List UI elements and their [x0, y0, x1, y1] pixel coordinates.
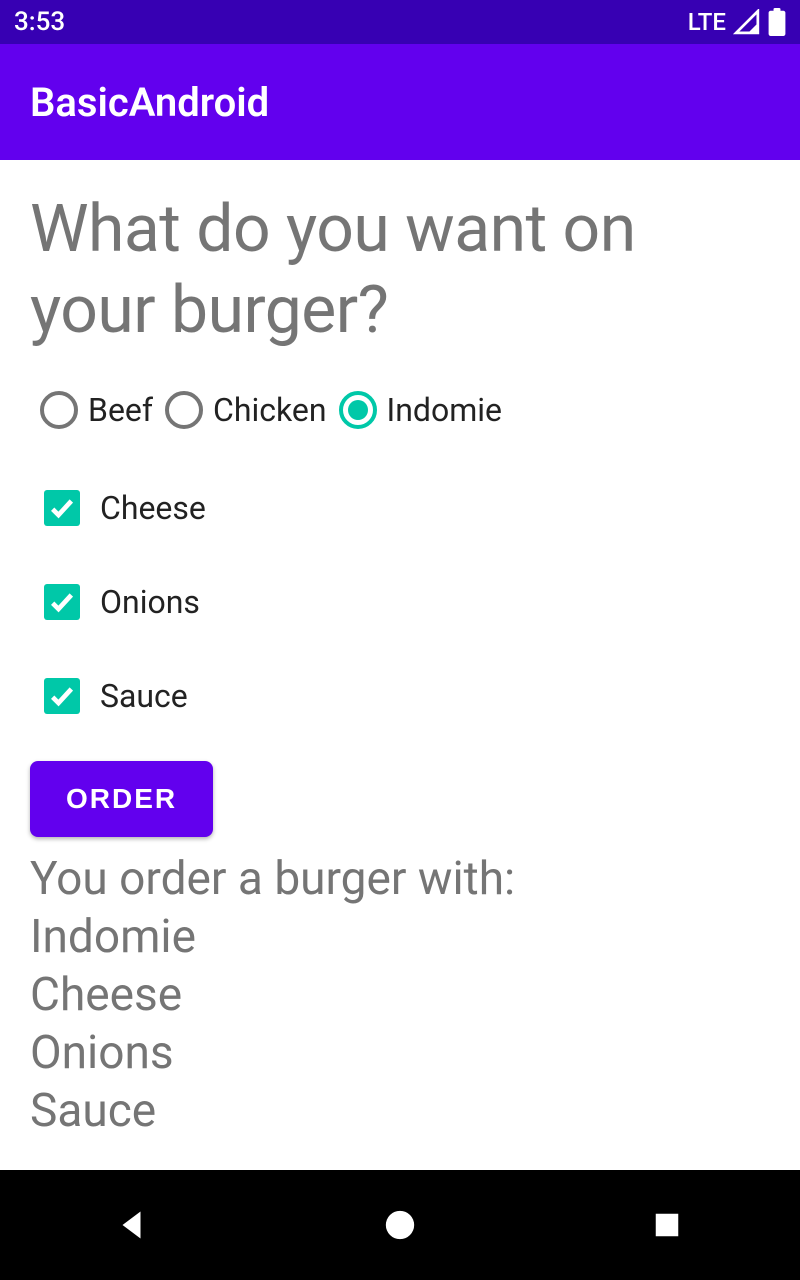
- checkbox-cheese[interactable]: Cheese: [44, 489, 770, 527]
- radio-label: Chicken: [213, 391, 327, 429]
- summary-item: Cheese: [30, 967, 770, 1025]
- radio-label: Indomie: [387, 391, 502, 429]
- meat-radio-group: Beef Chicken Indomie: [40, 391, 770, 429]
- summary-item: Sauce: [30, 1083, 770, 1141]
- summary-item: Indomie: [30, 909, 770, 967]
- checkbox-box-icon: [44, 584, 80, 620]
- status-right: LTE: [688, 8, 786, 36]
- checkbox-sauce[interactable]: Sauce: [44, 677, 770, 715]
- check-icon: [48, 494, 76, 522]
- check-icon: [48, 588, 76, 616]
- status-bar: 3:53 LTE: [0, 0, 800, 44]
- order-button[interactable]: ORDER: [30, 761, 213, 837]
- checkbox-label: Sauce: [100, 677, 188, 715]
- radio-circle-icon: [40, 391, 78, 429]
- radio-beef[interactable]: Beef: [40, 391, 153, 429]
- checkbox-label: Cheese: [100, 489, 206, 527]
- app-title: BasicAndroid: [30, 79, 269, 126]
- checkbox-label: Onions: [100, 583, 200, 621]
- square-recent-icon: [652, 1210, 682, 1240]
- radio-circle-icon: [339, 391, 377, 429]
- check-icon: [48, 682, 76, 710]
- battery-icon: [768, 8, 786, 36]
- main-content: What do you want on your burger? Beef Ch…: [0, 160, 800, 1141]
- nav-home-button[interactable]: [370, 1195, 430, 1255]
- radio-circle-icon: [165, 391, 203, 429]
- circle-home-icon: [383, 1208, 417, 1242]
- checkbox-box-icon: [44, 678, 80, 714]
- navigation-bar: [0, 1170, 800, 1280]
- signal-icon: [732, 9, 762, 35]
- checkbox-box-icon: [44, 490, 80, 526]
- toppings-checkbox-group: Cheese Onions Sauce: [44, 489, 770, 715]
- radio-indomie[interactable]: Indomie: [339, 391, 502, 429]
- summary-heading: You order a burger with:: [30, 851, 770, 909]
- app-bar: BasicAndroid: [0, 44, 800, 160]
- order-summary: You order a burger with: Indomie Cheese …: [30, 851, 770, 1141]
- nav-recent-button[interactable]: [637, 1195, 697, 1255]
- nav-back-button[interactable]: [103, 1195, 163, 1255]
- radio-chicken[interactable]: Chicken: [165, 391, 327, 429]
- summary-item: Onions: [30, 1025, 770, 1083]
- question-heading: What do you want on your burger?: [30, 190, 770, 351]
- triangle-back-icon: [115, 1207, 151, 1243]
- radio-label: Beef: [88, 391, 153, 429]
- checkbox-onions[interactable]: Onions: [44, 583, 770, 621]
- status-time: 3:53: [14, 7, 65, 37]
- status-network-label: LTE: [688, 8, 726, 36]
